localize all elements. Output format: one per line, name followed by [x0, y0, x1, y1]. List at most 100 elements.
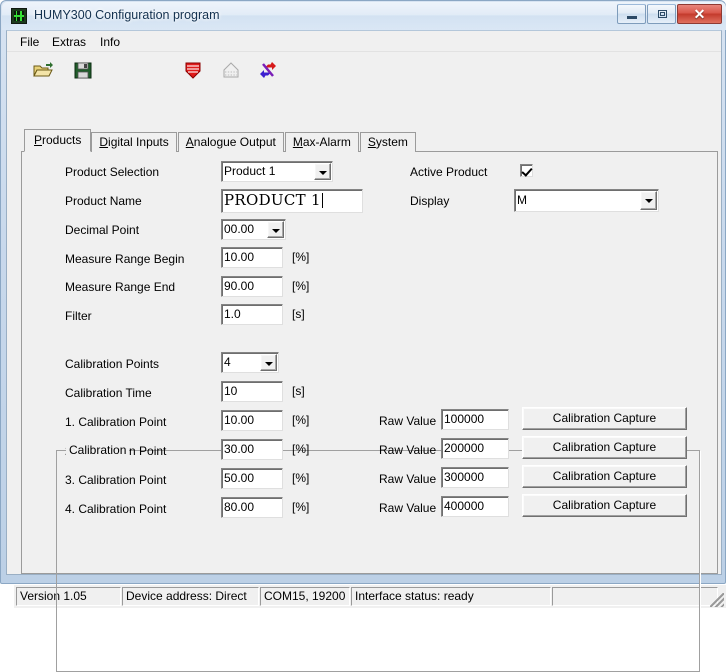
display-label: Display — [410, 194, 450, 208]
tab-digital-inputs[interactable]: Digital Inputs — [91, 132, 177, 152]
upload-from-device-icon[interactable] — [220, 59, 242, 81]
filter-value: 1.0 — [224, 307, 241, 321]
calibration-legend: Calibration — [66, 443, 130, 457]
raw-value-3-input[interactable]: 300000 — [441, 467, 509, 488]
maximize-icon — [658, 10, 667, 18]
calibration-point-3-label: 3. Calibration Point — [65, 473, 167, 487]
raw-value-1-value: 100000 — [444, 412, 485, 426]
window-title: HUMY300 Configuration program — [34, 8, 220, 22]
raw-value-2-label: Raw Value — [379, 443, 437, 457]
transfer-icon[interactable] — [257, 59, 279, 81]
menu-extras[interactable]: Extras — [47, 34, 91, 50]
measure-range-begin-label: Measure Range Begin — [65, 252, 185, 266]
active-product-label: Active Product — [410, 165, 488, 179]
calibration-point-1-label: 1. Calibration Point — [65, 415, 167, 429]
waveform-icon — [11, 8, 27, 24]
filter-unit: [s] — [292, 307, 305, 321]
raw-value-2-input[interactable]: 200000 — [441, 438, 509, 459]
minimize-button[interactable] — [617, 4, 646, 24]
client-area: File Extras Info Products Digital Inputs… — [6, 30, 726, 672]
tab-system[interactable]: System — [359, 132, 416, 152]
calibration-capture-button-2[interactable]: Calibration Capture — [522, 436, 687, 459]
tab-products[interactable]: Products — [24, 129, 92, 152]
product-name-input[interactable]: PRODUCT 1 — [221, 189, 363, 213]
calibration-capture-button-4[interactable]: Calibration Capture — [522, 494, 687, 517]
raw-value-4-value: 400000 — [444, 499, 485, 513]
maximize-button[interactable] — [647, 4, 676, 24]
raw-value-1-label: Raw Value — [379, 414, 437, 428]
resize-grip-icon[interactable] — [710, 593, 724, 607]
display-value: M — [517, 193, 527, 207]
measure-range-begin-value: 10.00 — [224, 250, 255, 264]
tab-analogue-output[interactable]: Analogue Output — [177, 132, 284, 152]
download-to-device-icon[interactable] — [182, 59, 204, 81]
open-file-icon[interactable] — [32, 59, 54, 81]
chevron-down-icon[interactable] — [314, 163, 331, 180]
text-caret — [321, 193, 323, 208]
products-tab-panel: Product Selection Product Name Decimal P… — [21, 151, 718, 672]
measure-range-begin-input[interactable]: 10.00 — [221, 247, 283, 268]
filter-input[interactable]: 1.0 — [221, 304, 283, 325]
calibration-time-value: 10 — [224, 384, 238, 398]
calibration-point-4-label: 4. Calibration Point — [65, 502, 167, 516]
tab-max-alarm[interactable]: Max-Alarm — [284, 132, 359, 152]
calibration-point-4-value: 80.00 — [224, 500, 255, 514]
raw-value-1-input[interactable]: 100000 — [441, 409, 509, 430]
save-file-icon[interactable] — [72, 59, 94, 81]
calibration-point-4-unit: [%] — [292, 500, 310, 514]
decimal-point-label: Decimal Point — [65, 223, 140, 237]
calibration-point-3-unit: [%] — [292, 471, 310, 485]
calibration-time-input[interactable]: 10 — [221, 381, 283, 402]
product-name-label: Product Name — [65, 194, 142, 208]
calibration-point-2-value: 30.00 — [224, 442, 255, 456]
minimize-icon — [627, 16, 637, 19]
calibration-capture-button-3[interactable]: Calibration Capture — [522, 465, 687, 488]
calibration-point-1-unit: [%] — [292, 413, 310, 427]
decimal-point-value: 00.00 — [224, 222, 255, 236]
calibration-point-1-value: 10.00 — [224, 413, 255, 427]
calibration-point-3-input[interactable]: 50.00 — [221, 468, 283, 489]
raw-value-4-label: Raw Value — [379, 501, 437, 515]
measure-range-end-unit: [%] — [292, 279, 310, 293]
calibration-capture-button-1[interactable]: Calibration Capture — [522, 407, 687, 430]
raw-value-3-value: 300000 — [444, 470, 485, 484]
measure-range-begin-unit: [%] — [292, 250, 310, 264]
display-combo[interactable]: M — [514, 189, 659, 212]
calibration-point-1-input[interactable]: 10.00 — [221, 410, 283, 431]
menu-info[interactable]: Info — [95, 34, 125, 50]
measure-range-end-input[interactable]: 90.00 — [221, 276, 283, 297]
menu-bar: File Extras Info — [7, 31, 721, 52]
active-product-checkbox[interactable] — [520, 164, 533, 177]
title-bar: HUMY300 Configuration program ✕ — [2, 2, 726, 30]
application-window: HUMY300 Configuration program ✕ File Ext… — [0, 0, 726, 672]
product-selection-label: Product Selection — [65, 165, 160, 179]
decimal-point-combo[interactable]: 00.00 — [221, 219, 286, 240]
calibration-point-2-input[interactable]: 30.00 — [221, 439, 283, 460]
filter-label: Filter — [65, 309, 92, 323]
chevron-down-icon[interactable] — [640, 191, 657, 210]
tab-strip: Products Digital Inputs Analogue Output … — [24, 129, 417, 152]
calibration-time-label: Calibration Time — [65, 386, 152, 400]
calibration-points-combo[interactable]: 4 — [221, 352, 279, 373]
raw-value-2-value: 200000 — [444, 441, 485, 455]
close-icon: ✕ — [693, 6, 706, 22]
raw-value-3-label: Raw Value — [379, 472, 437, 486]
product-selection-combo[interactable]: Product 1 — [221, 161, 333, 182]
menu-file[interactable]: File — [15, 34, 44, 50]
calibration-point-2-unit: [%] — [292, 442, 310, 456]
measure-range-end-value: 90.00 — [224, 279, 255, 293]
calibration-points-value: 4 — [224, 355, 231, 369]
product-name-value: PRODUCT 1 — [224, 191, 321, 209]
toolbar — [7, 52, 721, 89]
calibration-points-label: Calibration Points — [65, 357, 160, 371]
caption-buttons: ✕ — [617, 4, 722, 24]
measure-range-end-label: Measure Range End — [65, 280, 176, 294]
product-selection-value: Product 1 — [224, 164, 276, 178]
chevron-down-icon[interactable] — [260, 354, 277, 371]
raw-value-4-input[interactable]: 400000 — [441, 496, 509, 517]
calibration-time-unit: [s] — [292, 384, 305, 398]
calibration-point-3-value: 50.00 — [224, 471, 255, 485]
close-button[interactable]: ✕ — [677, 4, 722, 24]
chevron-down-icon[interactable] — [267, 221, 284, 238]
calibration-point-4-input[interactable]: 80.00 — [221, 497, 283, 518]
